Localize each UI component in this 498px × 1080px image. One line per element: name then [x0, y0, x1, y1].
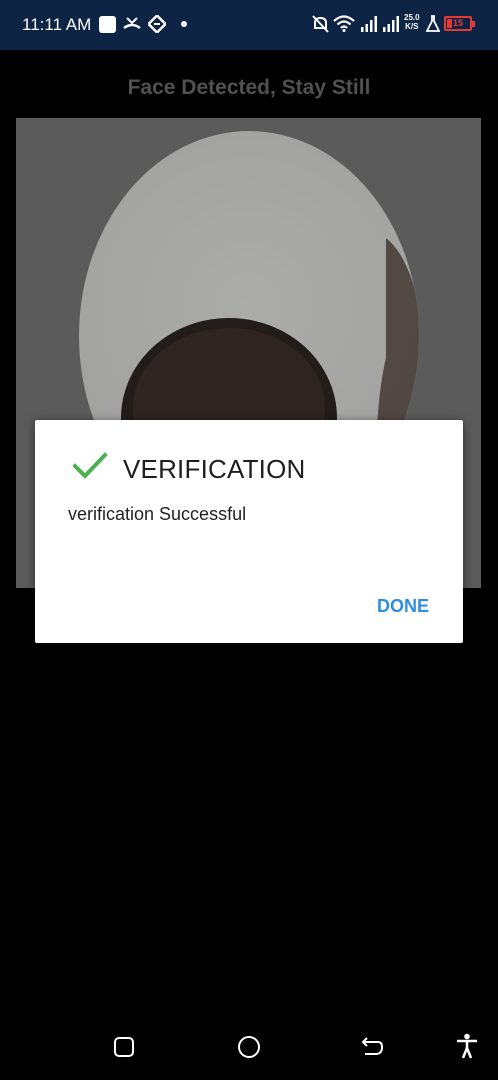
- dialog-title: VERIFICATION: [123, 454, 306, 484]
- recent-apps-icon[interactable]: [113, 1036, 135, 1058]
- status-bar: 11:11 AM 25.0 K/S 15: [0, 0, 498, 50]
- app-notification-icon: [99, 16, 116, 33]
- home-icon[interactable]: [237, 1035, 261, 1059]
- flask-icon: [426, 15, 440, 32]
- navigation-bar: [0, 1018, 498, 1080]
- app-icon: [148, 15, 166, 33]
- checkmark-icon: [73, 452, 107, 479]
- battery-tip: [472, 21, 475, 27]
- battery-level: 15: [452, 18, 463, 28]
- verification-dialog: VERIFICATION verification Successful DON…: [35, 420, 463, 643]
- back-icon[interactable]: [360, 1036, 384, 1058]
- done-button[interactable]: DONE: [371, 594, 435, 619]
- missed-call-icon: [123, 17, 141, 30]
- network-speed-unit: K/S: [405, 22, 419, 31]
- network-speed: 25.0 K/S: [404, 13, 420, 31]
- dot-icon: [181, 21, 187, 27]
- battery-icon: 15: [444, 16, 472, 31]
- status-time: 11:11 AM: [22, 15, 92, 34]
- dialog-message: verification Successful: [68, 504, 247, 524]
- network-speed-value: 25.0: [404, 13, 420, 22]
- signal-icon: [383, 16, 399, 32]
- signal-icon: [361, 16, 377, 32]
- wifi-icon: [333, 15, 355, 32]
- accessibility-icon[interactable]: [455, 1033, 479, 1059]
- silent-mode-icon: [312, 15, 329, 33]
